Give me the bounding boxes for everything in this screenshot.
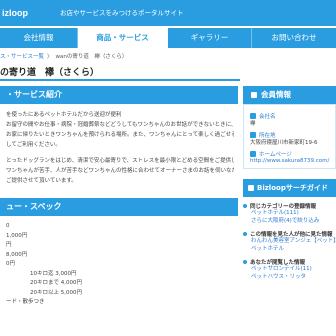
company-label: 会社名 [250,112,331,120]
guide-section-title-text: 同じカテゴリーの登録情報 [250,204,317,210]
member-info-title: 会員情報 [261,90,291,99]
guide-link[interactable]: ペットサロンテイル(11) [243,266,336,274]
price-row: 0 [6,223,10,229]
site-logo[interactable]: izloop [0,4,44,22]
bullet-icon [243,232,247,236]
intro-line: してご利用ください。 [6,142,61,148]
search-guide-heading: Bizloopサーチガイド [243,179,336,197]
guide-link[interactable]: ペットハウス・リッタ [243,274,336,282]
guide-link[interactable]: ペットホテル(111) [243,210,336,218]
guide-section-title: この情報を見た人が他に見た情報 [243,230,336,238]
service-intro-text: を使ったにあるペットホテルだから送迎が便利 お留守の間やお仕事・病院・冠婚葬祭な… [6,110,234,150]
intro-line: お家に帰りたいときワンちゃんを預けられる場所。また、ワンちゃんにとって楽しく過ご… [6,132,234,138]
bullet-icon [243,204,247,208]
map-pin-icon [250,132,256,138]
homepage-label-text: ホームページ [259,152,292,158]
address-value: 大阪府寝屋川市新家町19-6 [250,140,318,146]
search-guide-icon [248,185,254,191]
detail-line: ワンちゃんが苦手、人が苦手などワンちゃんの性格に合わせてオーナーさまのお話を伺い… [6,168,234,174]
tab-products-services[interactable]: 商品・サービス [78,28,168,48]
bullet-icon [243,260,247,264]
link-icon [250,151,256,157]
detail-line: ご提供させて頂いています。 [6,178,77,184]
sidebar: 会員情報 会社名 襷 所在地 大阪府寝屋川市新家町19-6 ホームページ htt… [243,86,336,336]
main-nav: 会社情報 商品・サービス ギャラリー お問い合わせ [0,28,336,48]
service-detail-text: とったドッグランをはじめ、清潔で安心最寄りで、ストレスを最小限とどめる空間をご提… [6,156,234,186]
guide-section-title-text: あなたが閲覧した情報 [250,260,306,266]
price-row: 円 [6,242,12,248]
search-guide-title: Bizloopサーチガイド [257,184,328,192]
member-info-heading: 会員情報 [243,86,336,104]
main-content: ・サービス紹介 を使ったにあるペットホテルだから送迎が便利 お留守の間やお仕事・… [0,86,238,336]
detail-line: とったドッグランをはじめ、清潔で安心最寄りで、ストレスを最小限とどめる空間をご提… [6,158,234,164]
person-icon [251,92,257,98]
guide-section-title-text: この情報を見た人が他に見た情報 [250,232,333,238]
building-icon [250,113,256,119]
price-row: 1,000円 [6,232,28,239]
address-label: 所在地 [250,131,331,139]
price-list: 0 1,000円 円 8,000円 0円 10キロ迄 3,000円 20キロまで… [6,222,238,308]
page-title: の寄り道 襷（さくら） [0,65,240,81]
intro-line: お留守の間やお仕事・病院・冠婚葬祭などどうしてもワンちゃんのお世話ができないとき… [6,122,234,128]
tab-contact[interactable]: お問い合わせ [252,28,336,48]
company-name: 襷 [250,121,256,127]
breadcrumb-current: wanの寄り道 襷（さくら） [55,54,128,60]
breadcrumb: ス・サービス一覧 〉 wanの寄り道 襷（さくら） [0,52,240,62]
tab-company-info[interactable]: 会社情報 [0,28,78,48]
guide-section-title: あなたが閲覧した情報 [243,258,336,266]
tab-gallery[interactable]: ギャラリー [168,28,252,48]
section-heading-service-intro: ・サービス紹介 [0,86,238,104]
price-row: 0円 [6,261,15,267]
price-row: 20キロまで 4,000円 [30,280,82,286]
intro-line: を使ったにあるペットホテルだから送迎が便利 [6,112,122,118]
company-label-text: 会社名 [259,114,276,120]
top-header: izloop お店やサービスをみつけるポータルサイト [0,0,336,26]
price-row: 8,000円 [6,251,28,258]
homepage-link[interactable]: http://www.sakura8739.com/ [250,158,331,164]
breadcrumb-separator: 〉 [47,54,53,60]
member-info-box: 会社名 襷 所在地 大阪府寝屋川市新家町19-6 ホームページ http://w… [243,104,336,169]
guide-link[interactable]: さらに大阪府(4)で絞り込み [243,218,336,226]
guide-link[interactable]: ペットホテル [243,246,336,254]
guide-section-title: 同じカテゴリーの登録情報 [243,202,336,210]
price-row: ード・散歩つき [6,299,45,305]
site-tagline: お店やサービスをみつけるポータルサイト [60,9,184,17]
address-label-text: 所在地 [259,133,276,139]
price-row: 10キロ迄 3,000円 [30,270,77,277]
homepage-label: ホームページ [250,150,331,158]
section-heading-menu-spec: ュー・スペック [0,198,238,216]
breadcrumb-services-link[interactable]: ス・サービス一覧 [0,52,44,62]
price-row: 20キロ以上 5,000円 [30,289,82,296]
guide-link[interactable]: わんわん美容室アンジェ【ペット】 [243,238,336,246]
